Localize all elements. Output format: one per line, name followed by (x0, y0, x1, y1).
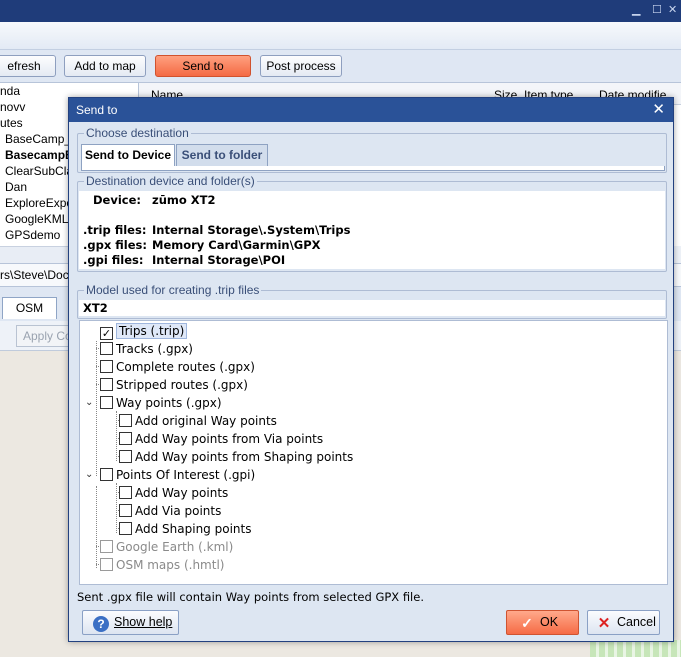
option-add-via-points[interactable]: Add Via points (119, 502, 221, 520)
checkbox-checked-icon[interactable]: ✓ (100, 327, 113, 340)
dialog-title: Send to (76, 103, 118, 117)
maximize-icon[interactable]: ☐ (652, 3, 662, 16)
checkbox-icon[interactable] (100, 540, 113, 553)
checkbox-icon[interactable] (100, 396, 113, 409)
model-box: XT2 (79, 300, 665, 316)
gpx-value: Memory Card\Garmin\GPX (152, 238, 321, 252)
option-tracks[interactable]: Tracks (.gpx) (100, 340, 193, 358)
collapse-icon[interactable]: ⌄ (85, 469, 93, 480)
cancel-button[interactable]: ✕ Cancel (587, 610, 660, 635)
ribbon (0, 22, 681, 50)
checkbox-icon[interactable] (119, 486, 132, 499)
show-help-button[interactable]: ? Show help (82, 610, 179, 635)
checkbox-icon[interactable] (100, 360, 113, 373)
tab-page (81, 166, 665, 171)
option-add-way-points[interactable]: Add Way points (119, 484, 228, 502)
tab-osm-map[interactable]: OSM Map (2, 297, 57, 336)
options-tree[interactable]: ⌄ ⌄ ✓ Trips (.trip) Tracks (.gpx) Complet… (79, 320, 668, 585)
option-complete-routes[interactable]: Complete routes (.gpx) (100, 358, 255, 376)
collapse-icon[interactable]: ⌄ (85, 397, 93, 408)
device-key: Device: (93, 193, 141, 207)
add-to-map-button[interactable]: Add to map (64, 55, 146, 77)
checkmark-icon: ✓ (521, 615, 533, 631)
model-value: XT2 (83, 301, 108, 315)
option-trips[interactable]: ✓ Trips (.trip) (100, 322, 188, 340)
gpi-value: Internal Storage\POI (152, 253, 286, 267)
option-google-earth[interactable]: Google Earth (.kml) (100, 538, 233, 556)
option-way-points-from-shaping[interactable]: Add Way points from Shaping points (119, 448, 353, 466)
refresh-button[interactable]: efresh (0, 55, 56, 77)
send-to-button[interactable]: Send to (155, 55, 251, 77)
tree-line (116, 411, 117, 461)
checkbox-icon[interactable] (119, 414, 132, 427)
checkbox-icon[interactable] (100, 378, 113, 391)
device-value: zūmo XT2 (152, 193, 216, 207)
apply-button[interactable]: Apply Co (16, 325, 76, 347)
cancel-x-icon: ✕ (597, 615, 611, 632)
option-osm-maps[interactable]: OSM maps (.hmtl) (100, 556, 224, 574)
trip-value: Internal Storage\.System\Trips (152, 223, 351, 237)
option-add-original-way-points[interactable]: Add original Way points (119, 412, 277, 430)
app-title-bar: ▁ ☐ ✕ (0, 0, 681, 22)
checkbox-icon[interactable] (119, 432, 132, 445)
checkbox-icon[interactable] (100, 558, 113, 571)
status-text: Sent .gpx file will contain Way points f… (77, 590, 424, 604)
option-way-points[interactable]: Way points (.gpx) (100, 394, 222, 412)
post-process-button[interactable]: Post process (260, 55, 342, 77)
checkbox-icon[interactable] (119, 522, 132, 535)
group-label: Destination device and folder(s) (84, 174, 257, 189)
checkbox-icon[interactable] (100, 468, 113, 481)
trip-key: .trip files: (83, 223, 147, 237)
checkbox-icon[interactable] (100, 342, 113, 355)
tree-line (116, 483, 117, 533)
tab-send-to-device[interactable]: Send to Device (81, 144, 175, 167)
checkbox-icon[interactable] (119, 450, 132, 463)
tree-line (96, 341, 97, 476)
option-points-of-interest[interactable]: Points Of Interest (.gpi) (100, 466, 255, 484)
ok-button[interactable]: ✓ OK (506, 610, 579, 635)
gpx-key: .gpx files: (83, 238, 147, 252)
destination-box: Device: zūmo XT2 .trip files: Internal S… (79, 191, 665, 269)
checkbox-icon[interactable] (119, 504, 132, 517)
tree-line (96, 486, 97, 568)
option-stripped-routes[interactable]: Stripped routes (.gpx) (100, 376, 248, 394)
option-add-shaping-points[interactable]: Add Shaping points (119, 520, 251, 538)
path-text: rs\Steve\Docu (0, 268, 76, 282)
close-window-icon[interactable]: ✕ (668, 3, 677, 16)
gpi-key: .gpi files: (83, 253, 144, 267)
dialog-title-bar: Send to ✕ (69, 98, 673, 122)
tab-send-to-folder[interactable]: Send to folder (176, 144, 268, 166)
minimize-icon[interactable]: ▁ (632, 3, 640, 16)
send-to-dialog: Send to ✕ Choose destination Send to Dev… (68, 97, 674, 642)
option-way-points-from-via[interactable]: Add Way points from Via points (119, 430, 323, 448)
group-label: Model used for creating .trip files (84, 283, 262, 298)
help-icon: ? (93, 616, 109, 632)
map-road (590, 640, 681, 657)
close-icon[interactable]: ✕ (652, 101, 665, 118)
group-label: Choose destination (84, 126, 191, 141)
